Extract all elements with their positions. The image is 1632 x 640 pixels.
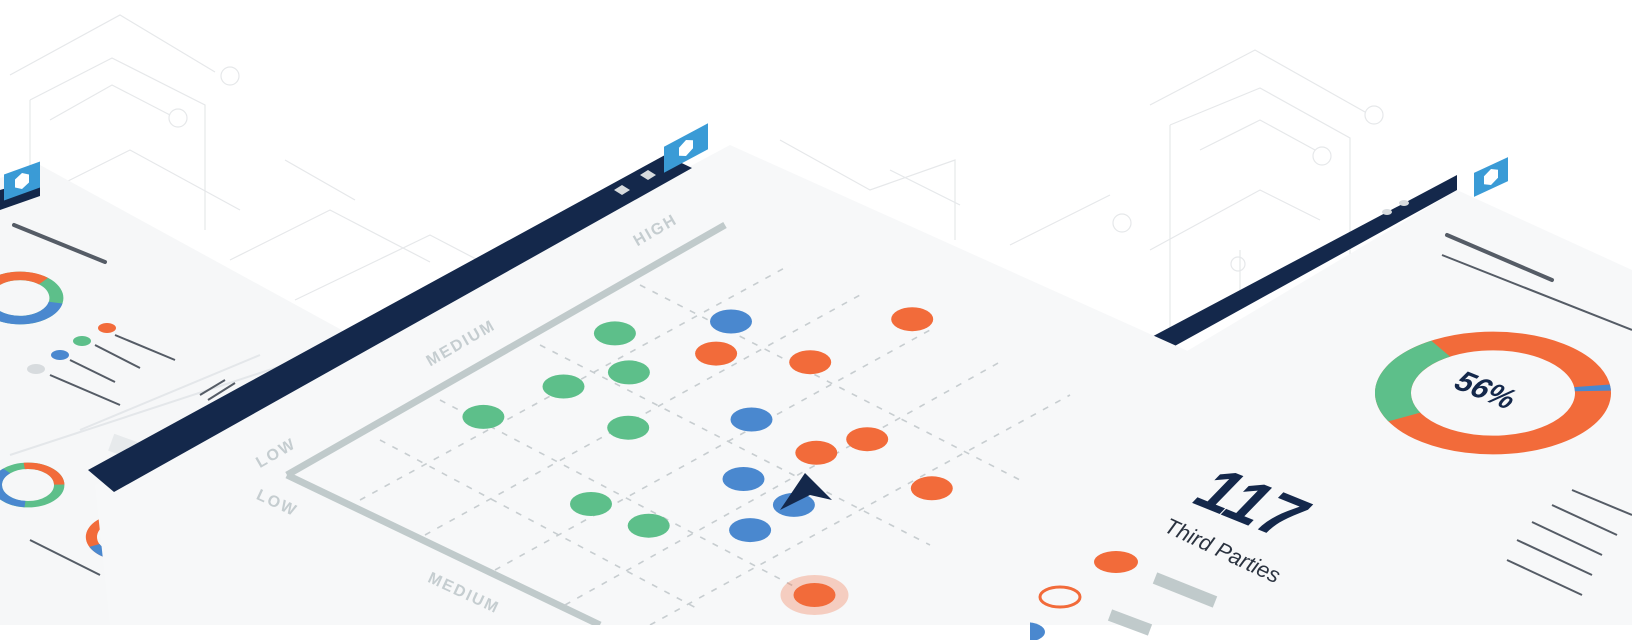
risk-point[interactable]	[695, 341, 738, 366]
risk-point[interactable]	[795, 440, 838, 465]
risk-point[interactable]	[627, 513, 670, 538]
legend-bar	[1152, 572, 1218, 608]
risk-point[interactable]	[789, 350, 832, 375]
risk-point[interactable]	[730, 407, 773, 432]
risk-point[interactable]	[722, 467, 765, 491]
risk-point[interactable]	[593, 321, 636, 346]
risk-point[interactable]	[729, 518, 772, 543]
risk-point[interactable]	[910, 476, 953, 501]
legend-dot-orange	[1094, 551, 1138, 573]
risk-point[interactable]	[462, 404, 505, 429]
risk-point[interactable]	[891, 307, 934, 332]
risk-point[interactable]	[846, 427, 889, 452]
legend-ring-orange	[1038, 585, 1082, 609]
risk-point[interactable]	[607, 415, 650, 440]
risk-point[interactable]	[542, 374, 585, 399]
risk-point[interactable]	[793, 583, 836, 607]
pointer-arrow-icon	[780, 473, 832, 510]
risk-point[interactable]	[710, 309, 752, 334]
risk-scatter	[462, 307, 953, 615]
risk-point[interactable]	[570, 492, 612, 516]
stat-legend	[1030, 551, 1218, 640]
risk-point[interactable]	[607, 360, 650, 385]
